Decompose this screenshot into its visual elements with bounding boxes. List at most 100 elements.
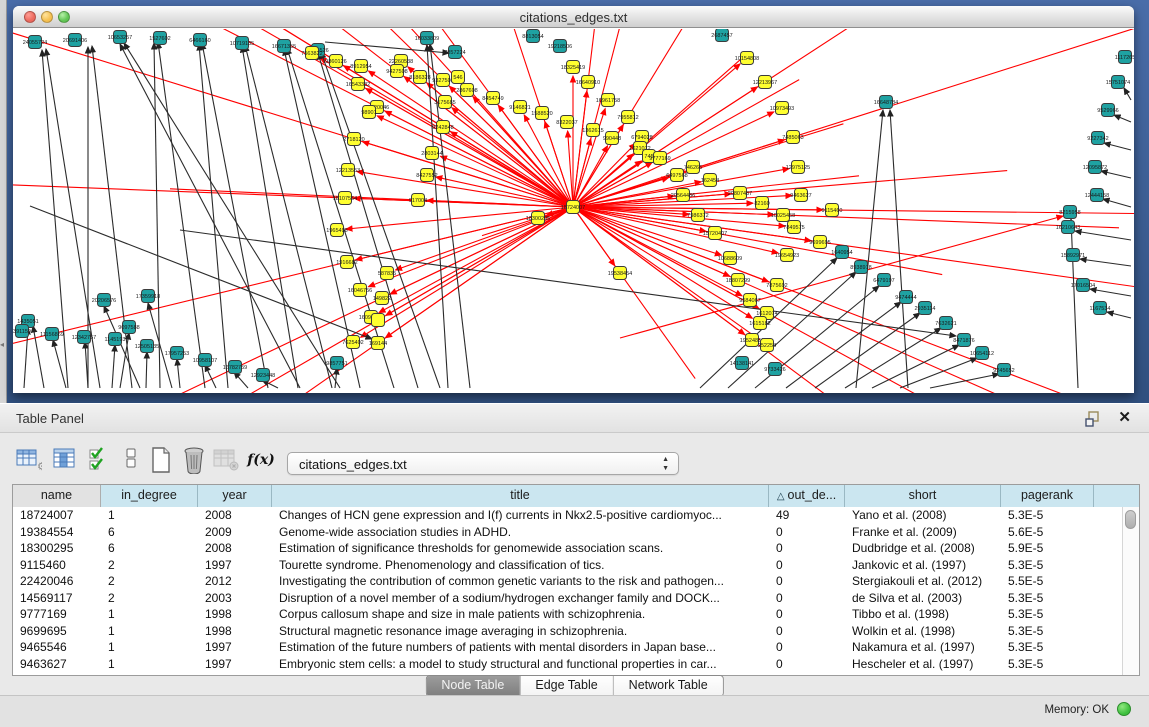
graph-node[interactable]: 9529966 xyxy=(1097,104,1118,117)
tab-node-table[interactable]: Node Table xyxy=(426,676,519,696)
scrollbar-thumb[interactable] xyxy=(1125,510,1136,529)
table-cell[interactable]: Stergiakouli et al. (2012) xyxy=(845,573,1001,590)
graph-node[interactable]: 546 xyxy=(452,71,465,84)
table-cell[interactable]: Changes of HCN gene expression and I(f) … xyxy=(272,507,769,524)
column-header-name[interactable]: name xyxy=(13,485,101,507)
graph-node[interactable]: 7986372 xyxy=(687,209,708,222)
graph-node[interactable]: 20691406 xyxy=(63,34,87,47)
table-cell[interactable]: Genome-wide association studies in ADHD. xyxy=(272,524,769,541)
graph-node[interactable]: 8186328 xyxy=(409,71,430,84)
graph-node[interactable]: 16640910 xyxy=(576,76,600,89)
graph-node[interactable]: 18807299 xyxy=(726,274,750,287)
table-cell[interactable]: 0 xyxy=(769,656,845,673)
network-canvas[interactable]: 1872400724055724206914061065325715276026… xyxy=(13,29,1134,393)
table-cell[interactable]: Nakamura et al. (1997) xyxy=(845,639,1001,656)
table-cell[interactable]: 49 xyxy=(769,507,845,524)
graph-node[interactable]: 10958107 xyxy=(193,354,217,367)
graph-node[interactable]: 8322037 xyxy=(556,116,577,129)
column-header-short[interactable]: short xyxy=(845,485,1001,507)
table-cell[interactable]: Tibbo et al. (1998) xyxy=(845,606,1001,623)
table-cell[interactable]: 0 xyxy=(769,557,845,574)
column-header-pagerank[interactable]: pagerank xyxy=(1001,485,1094,507)
graph-node[interactable]: 12975125 xyxy=(786,161,810,174)
table-cell[interactable]: 1998 xyxy=(198,623,272,640)
splitter-collapse-icon[interactable]: ◂ xyxy=(0,341,4,349)
graph-node[interactable]: 16033809 xyxy=(415,32,439,45)
table-cell[interactable]: 5.3E-5 xyxy=(1001,590,1094,607)
graph-node[interactable]: 1640954 xyxy=(831,246,852,259)
graph-node[interactable]: 1916682 xyxy=(336,256,357,269)
table-cell[interactable]: 2 xyxy=(101,557,198,574)
table-cell[interactable]: Dudbridge et al. (2008) xyxy=(845,540,1001,557)
graph-node[interactable]: 169144 xyxy=(369,337,387,350)
close-panel-icon[interactable]: ✕ xyxy=(1118,410,1131,426)
table-row[interactable]: 969969511998Structural magnetic resonanc… xyxy=(13,623,1122,640)
table-cell[interactable]: 0 xyxy=(769,524,845,541)
table-cell[interactable]: 6 xyxy=(101,524,198,541)
graph-node[interactable]: 19218506 xyxy=(548,40,572,53)
table-cell[interactable]: 9699695 xyxy=(13,623,101,640)
graph-node[interactable]: 9227342 xyxy=(1087,132,1108,145)
graph-node[interactable]: 9146821 xyxy=(509,101,530,114)
table-row[interactable]: 1830029562008Estimation of significance … xyxy=(13,540,1122,557)
graph-node[interactable]: 1527602 xyxy=(149,32,170,45)
citation-network-graph[interactable]: 1872400724055724206914061065325715276026… xyxy=(13,29,1134,393)
table-cell[interactable]: 2003 xyxy=(198,590,272,607)
graph-node[interactable]: 8813054 xyxy=(522,30,543,43)
graph-node[interactable]: 16648784 xyxy=(874,96,898,109)
graph-node[interactable]: 16046756 xyxy=(348,284,372,297)
graph-node[interactable]: 7632621 xyxy=(935,317,956,330)
table-cell[interactable]: Tourette syndrome. Phenomenology and cla… xyxy=(272,557,769,574)
graph-node[interactable]: 9474444 xyxy=(895,291,916,304)
table-cell[interactable]: Jankovic et al. (1997) xyxy=(845,557,1001,574)
table-cell[interactable]: 9115460 xyxy=(13,557,101,574)
table-cell[interactable]: 0 xyxy=(769,540,845,557)
tab-edge-table[interactable]: Edge Table xyxy=(519,676,612,696)
float-panel-icon[interactable] xyxy=(1085,411,1101,427)
table-cell[interactable]: 1998 xyxy=(198,606,272,623)
graph-node[interactable]: 10025458 xyxy=(771,209,795,222)
table-cell[interactable]: 0 xyxy=(769,573,845,590)
table-cell[interactable]: Structural magnetic resonance image aver… xyxy=(272,623,769,640)
graph-node[interactable]: 252254 xyxy=(758,339,776,352)
table-cell[interactable]: 5.3E-5 xyxy=(1001,557,1094,574)
table-cell[interactable]: 0 xyxy=(769,623,845,640)
graph-node[interactable]: 1117265 xyxy=(1115,51,1134,64)
select-all-button[interactable] xyxy=(84,446,114,474)
graph-node[interactable]: 8912954 xyxy=(350,60,371,73)
table-cell[interactable]: 5.3E-5 xyxy=(1001,623,1094,640)
graph-node[interactable]: 9115460 xyxy=(821,204,842,217)
table-cell[interactable]: 1 xyxy=(101,606,198,623)
column-settings-button[interactable]: ⚙ xyxy=(14,446,44,474)
select-columns-button[interactable] xyxy=(49,446,79,474)
table-cell[interactable]: 1 xyxy=(101,656,198,673)
table-row[interactable]: 977716911998Corpus callosum shape and si… xyxy=(13,606,1122,623)
graph-node[interactable]: 18107554 xyxy=(333,192,357,205)
tab-network-table[interactable]: Network Table xyxy=(613,676,723,696)
table-cell[interactable]: 5.3E-5 xyxy=(1001,656,1094,673)
unselect-all-button[interactable] xyxy=(116,446,146,474)
table-cell[interactable]: Investigating the contribution of common… xyxy=(272,573,769,590)
table-cell[interactable]: 2008 xyxy=(198,540,272,557)
graph-node[interactable]: 2867608 xyxy=(456,84,477,97)
graph-node[interactable] xyxy=(372,314,385,327)
table-cell[interactable]: 9777169 xyxy=(13,606,101,623)
delete-columns-button[interactable] xyxy=(179,446,209,474)
table-cell[interactable]: 0 xyxy=(769,639,845,656)
graph-node[interactable]: 587835 xyxy=(378,267,396,280)
graph-node[interactable]: 7849575 xyxy=(783,221,804,234)
graph-node[interactable]: 6466160 xyxy=(189,34,210,47)
graph-node[interactable]: 10654112 xyxy=(970,347,994,360)
column-header-in_degree[interactable]: in_degree xyxy=(101,485,198,507)
table-cell[interactable]: 14569117 xyxy=(13,590,101,607)
graph-node[interactable]: 12923448 xyxy=(251,369,275,382)
graph-node[interactable]: 9327508 xyxy=(432,74,453,87)
table-cell[interactable]: Hescheler et al. (1997) xyxy=(845,656,1001,673)
graph-node[interactable]: 12213967 xyxy=(753,76,777,89)
table-cell[interactable]: 5.9E-5 xyxy=(1001,540,1094,557)
table-row[interactable]: 1456911722003Disruption of a novel membe… xyxy=(13,590,1122,607)
table-cell[interactable]: 22420046 xyxy=(13,573,101,590)
delete-table-button[interactable] xyxy=(211,446,241,474)
table-cell[interactable]: 5.5E-5 xyxy=(1001,573,1094,590)
function-builder-button[interactable]: f(x) xyxy=(246,446,276,474)
